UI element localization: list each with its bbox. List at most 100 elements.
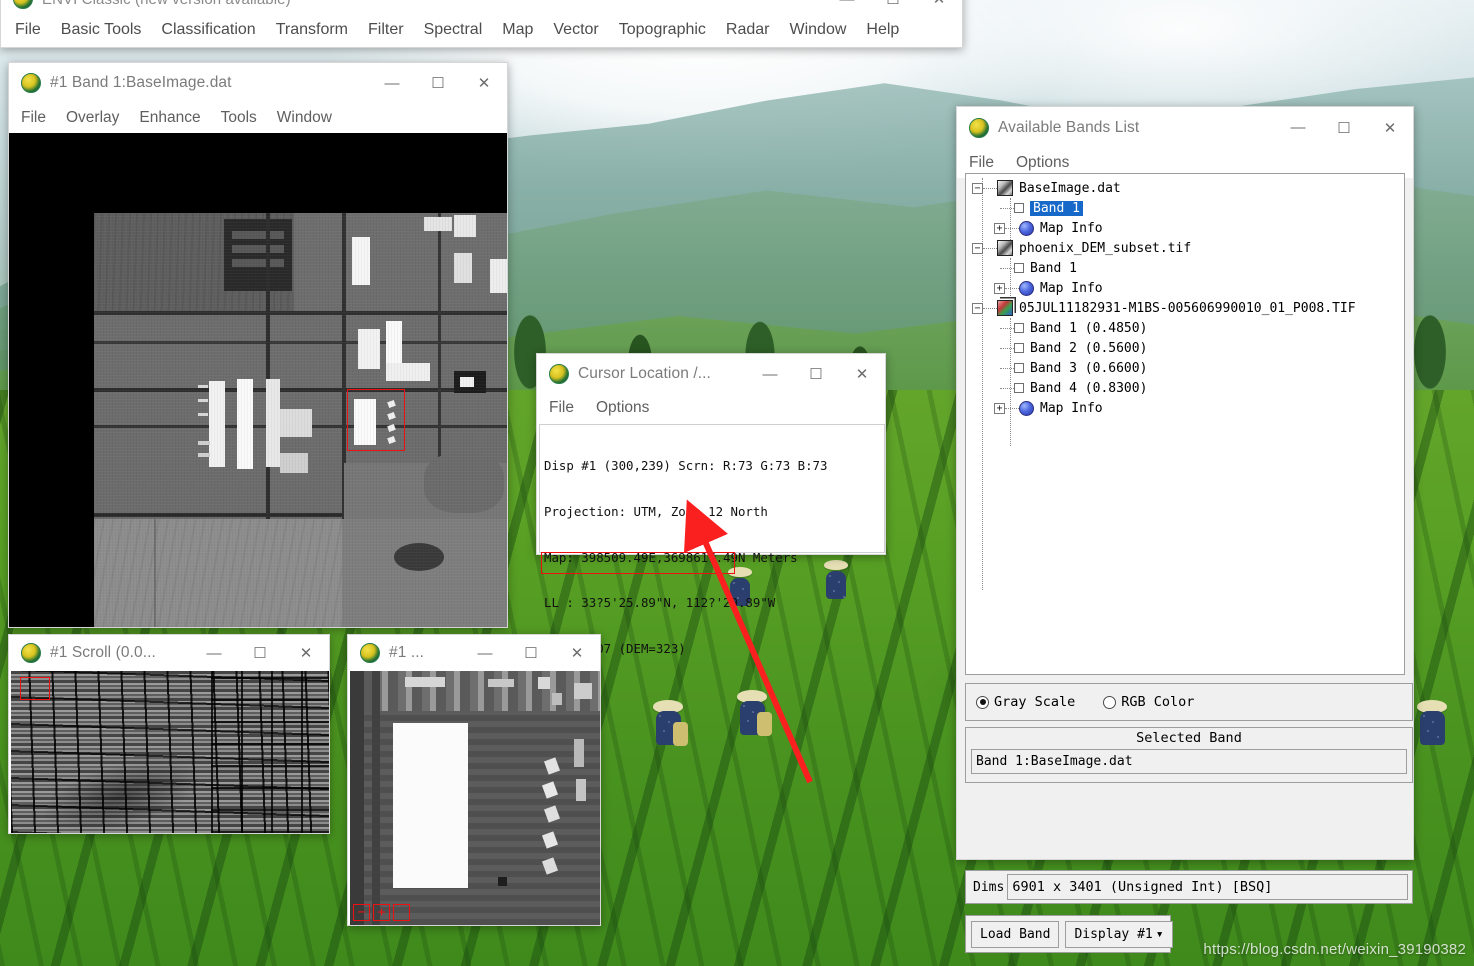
minimize-icon[interactable]: — (369, 63, 415, 103)
tree-node-band-1-baseimage[interactable]: Band 1 (966, 198, 1404, 218)
cursor-location-menubar[interactable]: File Options (537, 394, 885, 422)
tree-node-band-2-05jul[interactable]: Band 2 (0.5600) (966, 338, 1404, 358)
menu-item-overlay[interactable]: Overlay (66, 109, 119, 127)
scroll-window-canvas[interactable] (11, 671, 329, 833)
radio-selected-icon[interactable] (976, 695, 989, 709)
display-select-button[interactable]: Display #1 ▾ (1065, 920, 1173, 948)
maximize-icon[interactable]: ☐ (1321, 108, 1367, 148)
maximize-icon[interactable]: ☐ (508, 633, 554, 673)
maximize-icon[interactable]: ☐ (415, 63, 461, 103)
menu-item-file[interactable]: File (15, 21, 41, 39)
minimize-icon[interactable]: — (747, 354, 793, 394)
tree-node-label: phoenix_DEM_subset.tif (1019, 240, 1192, 256)
expand-icon[interactable]: + (994, 282, 1005, 294)
cursor-location-window[interactable]: Cursor Location /... — ☐ ✕ File Options … (536, 353, 886, 656)
close-icon[interactable]: ✕ (283, 633, 329, 673)
checkbox-icon[interactable] (1014, 323, 1024, 333)
menu-item-options[interactable]: Options (596, 399, 649, 417)
minimize-icon[interactable]: — (462, 633, 508, 673)
expand-icon[interactable]: + (994, 402, 1005, 414)
menu-item-spectral[interactable]: Spectral (424, 21, 483, 39)
zoom-window-controls[interactable]: − + (353, 904, 410, 921)
menu-item-file[interactable]: File (549, 399, 574, 417)
close-icon[interactable]: ✕ (916, 0, 962, 14)
load-band-button[interactable]: Load Band (971, 920, 1060, 948)
checkbox-icon[interactable] (1014, 263, 1024, 273)
scroll-window[interactable]: #1 Scroll (0.0... — ☐ ✕ (8, 634, 330, 834)
menu-item-file[interactable]: File (969, 154, 994, 172)
menu-item-window[interactable]: Window (790, 21, 847, 39)
scroll-window-titlebar[interactable]: #1 Scroll (0.0... — ☐ ✕ (9, 635, 329, 671)
minimize-icon[interactable]: — (1275, 108, 1321, 148)
zoom-region-box[interactable] (347, 389, 405, 451)
checkbox-icon[interactable] (1014, 363, 1024, 373)
radio-unselected-icon[interactable] (1103, 695, 1117, 709)
maximize-icon[interactable]: ☐ (237, 633, 283, 673)
available-bands-tree[interactable]: − BaseImage.dat Band 1 + Map Info − phoe… (965, 173, 1405, 675)
zoom-out-button[interactable]: − (353, 904, 370, 921)
menu-item-tools[interactable]: Tools (221, 109, 257, 127)
menu-item-enhance[interactable]: Enhance (139, 109, 200, 127)
radio-rgb-color[interactable]: RGB Color (1103, 694, 1194, 710)
available-bands-titlebar[interactable]: Available Bands List — ☐ ✕ (957, 107, 1413, 148)
display-window-menubar[interactable]: File Overlay Enhance Tools Window (9, 103, 507, 133)
menu-item-help[interactable]: Help (866, 21, 899, 39)
aerial-satellite-image[interactable] (94, 213, 507, 627)
checkbox-icon[interactable] (1014, 343, 1024, 353)
menu-item-classification[interactable]: Classification (161, 21, 255, 39)
close-icon[interactable]: ✕ (461, 63, 507, 103)
radio-gray-scale[interactable]: Gray Scale (976, 694, 1075, 710)
scroll-viewport-box[interactable] (20, 677, 50, 700)
menu-item-options[interactable]: Options (1016, 154, 1069, 172)
image-display-canvas[interactable] (9, 133, 507, 627)
maximize-icon[interactable]: ☐ (793, 354, 839, 394)
zoom-window-titlebar[interactable]: #1 ... — ☐ ✕ (348, 635, 600, 671)
checkbox-icon[interactable] (1014, 383, 1024, 393)
tree-node-map-info-phoenix[interactable]: + Map Info (966, 278, 1404, 298)
menu-item-map[interactable]: Map (502, 21, 533, 39)
display-window-titlebar[interactable]: #1 Band 1:BaseImage.dat — ☐ ✕ (9, 63, 507, 103)
menu-item-vector[interactable]: Vector (553, 21, 598, 39)
minimize-icon[interactable]: — (191, 633, 237, 673)
checkbox-icon[interactable] (1014, 203, 1024, 213)
cursor-location-titlebar[interactable]: Cursor Location /... — ☐ ✕ (537, 354, 885, 394)
blog-watermark: https://blog.csdn.net/weixin_39190382 (1203, 941, 1466, 958)
menu-item-file[interactable]: File (21, 109, 46, 127)
menu-item-filter[interactable]: Filter (368, 21, 404, 39)
zoom-select-button[interactable] (393, 904, 410, 921)
expand-icon[interactable]: + (994, 222, 1005, 234)
envi-main-titlebar[interactable]: ENVI Classic (new version available) — ☐… (1, 0, 962, 14)
collapse-icon[interactable]: − (972, 242, 983, 254)
menu-item-transform[interactable]: Transform (276, 21, 348, 39)
close-icon[interactable]: ✕ (1367, 108, 1413, 148)
available-bands-list-window[interactable]: Available Bands List — ☐ ✕ File Options … (956, 106, 1414, 953)
tree-node-band-1-05jul[interactable]: Band 1 (0.4850) (966, 318, 1404, 338)
zoom-window[interactable]: #1 ... — ☐ ✕ − + (347, 634, 601, 926)
multispectral-icon (997, 300, 1013, 316)
tree-node-baseimage-dat[interactable]: − BaseImage.dat (966, 178, 1404, 198)
image-display-window[interactable]: #1 Band 1:BaseImage.dat — ☐ ✕ File Overl… (8, 62, 508, 628)
tree-node-band-1-phoenix[interactable]: Band 1 (966, 258, 1404, 278)
tree-node-map-info-baseimage[interactable]: + Map Info (966, 218, 1404, 238)
minimize-icon[interactable]: — (824, 0, 870, 14)
selected-band-value: Band 1:BaseImage.dat (971, 749, 1407, 774)
menu-item-window[interactable]: Window (277, 109, 332, 127)
tree-node-map-info-05jul[interactable]: + Map Info (966, 398, 1404, 418)
tree-node-phoenix-dem-subset-tif[interactable]: − phoenix_DEM_subset.tif (966, 238, 1404, 258)
maximize-icon[interactable]: ☐ (870, 0, 916, 14)
collapse-icon[interactable]: − (972, 302, 983, 314)
menu-item-topographic[interactable]: Topographic (619, 21, 706, 39)
tree-node-band-4-05jul[interactable]: Band 4 (0.8300) (966, 378, 1404, 398)
tree-node-05jul-tif[interactable]: − 05JUL11182931-M1BS-005606990010_01_P00… (966, 298, 1404, 318)
menu-item-basic-tools[interactable]: Basic Tools (61, 21, 142, 39)
collapse-icon[interactable]: − (972, 182, 983, 194)
close-icon[interactable]: ✕ (554, 633, 600, 673)
zoom-window-canvas[interactable]: − + (350, 671, 600, 925)
color-mode-group[interactable]: Gray Scale RGB Color (965, 683, 1413, 721)
close-icon[interactable]: ✕ (839, 354, 885, 394)
menu-item-radar[interactable]: Radar (726, 21, 770, 39)
envi-classic-main-window[interactable]: ENVI Classic (new version available) — ☐… (0, 0, 963, 48)
zoom-in-button[interactable]: + (373, 904, 390, 921)
envi-main-menubar[interactable]: File Basic Tools Classification Transfor… (1, 14, 962, 46)
tree-node-band-3-05jul[interactable]: Band 3 (0.6600) (966, 358, 1404, 378)
